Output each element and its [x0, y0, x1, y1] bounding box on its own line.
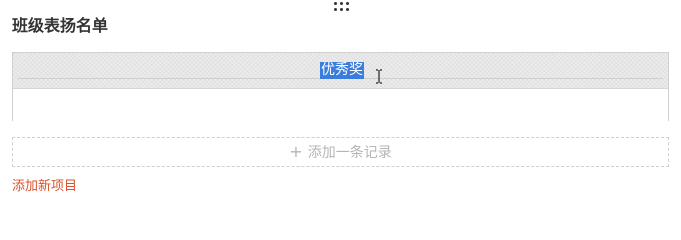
- plus-icon: +: [289, 142, 303, 161]
- drag-handle-icon[interactable]: [331, 0, 351, 12]
- table-row[interactable]: [13, 89, 668, 122]
- table: 优秀奖: [12, 52, 669, 122]
- section-title: 班级表扬名单: [12, 16, 109, 35]
- add-record-label: 添加一条记录: [307, 145, 392, 161]
- text-cursor-icon: [376, 69, 382, 84]
- add-item-link[interactable]: 添加新项目: [12, 178, 77, 196]
- add-record-button[interactable]: + 添加一条记录: [12, 137, 669, 167]
- table-header-row: 优秀奖: [13, 53, 668, 89]
- table-header-cell[interactable]: 优秀奖: [320, 62, 364, 79]
- form-block: 班级表扬名单 优秀奖 + 添加一条记录 添加新项目: [0, 0, 681, 204]
